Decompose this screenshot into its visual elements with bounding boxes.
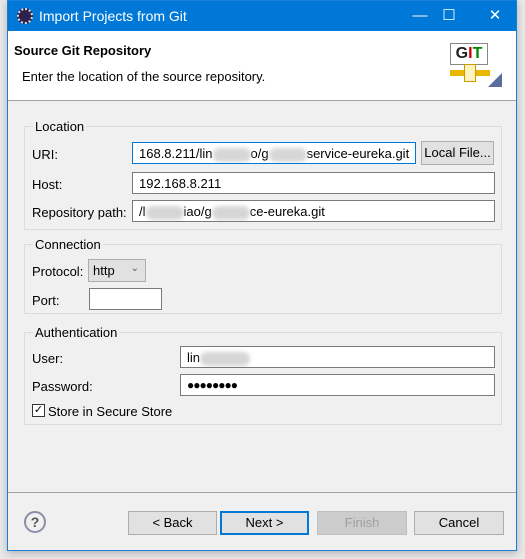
host-label: Host:: [32, 177, 63, 192]
chevron-down-icon: ⌄: [130, 263, 139, 274]
window-title: Import Projects from Git: [39, 8, 187, 24]
local-file-button[interactable]: Local File...: [421, 141, 494, 165]
wizard-header: Source Git Repository Enter the location…: [8, 31, 516, 101]
minimize-button[interactable]: —: [405, 6, 435, 26]
repository-path-label: Repository path:: [32, 205, 127, 220]
next-button[interactable]: Next >: [220, 511, 309, 535]
uri-label: URI:: [32, 147, 58, 162]
page-title: Source Git Repository: [14, 43, 152, 58]
footer-divider: [8, 492, 516, 493]
protocol-select[interactable]: http ⌄: [88, 259, 146, 282]
password-label: Password:: [32, 379, 93, 394]
authentication-legend: Authentication: [33, 325, 120, 340]
back-button[interactable]: < Back: [128, 511, 217, 535]
help-icon[interactable]: ?: [24, 511, 46, 533]
page-description: Enter the location of the source reposit…: [22, 69, 266, 84]
connection-legend: Connection: [33, 237, 103, 252]
host-input[interactable]: 192.168.8.211: [132, 172, 495, 194]
eclipse-icon: [17, 8, 33, 24]
location-legend: Location: [33, 119, 87, 134]
uri-input[interactable]: 168.8.211/lin o/g service-eureka.git: [132, 142, 416, 164]
repository-path-input[interactable]: /l iao/g ce-eureka.git: [132, 200, 495, 222]
close-button[interactable]: ✕: [480, 6, 510, 26]
port-label: Port:: [32, 293, 60, 308]
user-label: User:: [32, 351, 64, 366]
protocol-label: Protocol:: [32, 264, 84, 279]
git-logo-icon: GIT: [450, 43, 502, 87]
import-dialog: Import Projects from Git — ☐ ✕ Source Gi…: [7, 0, 517, 551]
title-bar: Import Projects from Git — ☐ ✕: [8, 1, 516, 31]
user-input[interactable]: lin: [180, 346, 495, 368]
store-secure-checkbox[interactable]: ✓: [32, 404, 45, 417]
store-secure-label[interactable]: Store in Secure Store: [48, 404, 172, 419]
finish-button[interactable]: Finish: [317, 511, 407, 535]
port-input[interactable]: [89, 288, 162, 310]
cancel-button[interactable]: Cancel: [414, 511, 504, 535]
maximize-button[interactable]: ☐: [434, 6, 464, 26]
password-input[interactable]: ●●●●●●●●: [180, 374, 495, 396]
